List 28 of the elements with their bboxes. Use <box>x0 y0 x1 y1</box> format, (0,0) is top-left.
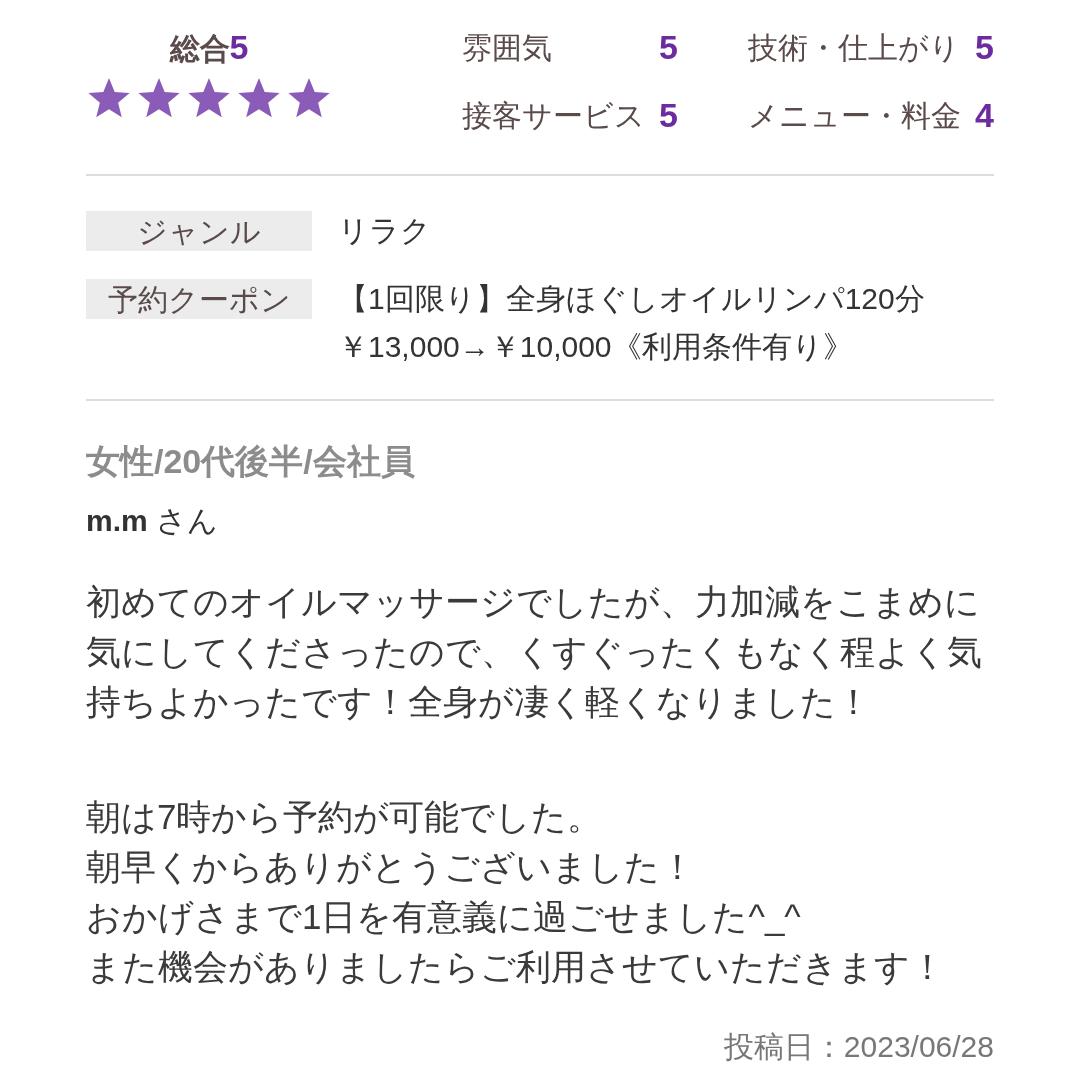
rating-label: メニュー・料金 <box>748 97 961 134</box>
star-icon <box>87 78 131 120</box>
posted-date: 投稿日：2023/06/28 <box>723 1029 994 1065</box>
review-text: 朝早くからありがとうございました！ <box>86 846 695 888</box>
review-text: 朝は7時から予約が可能でした。 <box>86 796 603 838</box>
detail-value: リラク <box>338 213 431 249</box>
rating-label: 技術・仕上がり <box>748 29 960 66</box>
star-icon <box>137 78 181 120</box>
review-text: おかげさまで1日を有意義に過ごせました^_^ <box>86 896 801 938</box>
star-icon <box>287 78 331 120</box>
star-icon <box>237 78 281 120</box>
rating-score: 5 <box>659 26 678 68</box>
detail-value: 【1回限り】全身ほぐしオイルリンパ120分 <box>338 281 925 317</box>
rating-label: 雰囲気 <box>462 29 552 66</box>
rating-label: 接客サービス <box>462 97 645 134</box>
rating-score: 5 <box>975 26 994 68</box>
detail-label: 予約クーポン <box>86 279 312 319</box>
overall-score: 5 <box>229 27 249 68</box>
rating-score: 4 <box>975 94 994 136</box>
reviewer-profile: 女性/20代後半/会社員 <box>86 441 415 482</box>
review-text: 初めてのオイルマッサージでしたが、力加減をこまめに気にしてくださったので、くすぐったくもなく程よく気持ちよかったです！全身が凄く軽くなりました！ <box>86 581 983 723</box>
overall-label: 総合 <box>169 31 230 67</box>
review-text: また機会がありましたらご利用させていただきます！ <box>86 946 945 988</box>
star-icon <box>187 78 231 120</box>
detail-value: ￥13,000→￥10,000《利用条件有り》 <box>338 329 853 365</box>
reviewer-name: m.m さん <box>86 503 219 539</box>
detail-label: ジャンル <box>86 211 312 251</box>
rating-score: 5 <box>659 94 678 136</box>
